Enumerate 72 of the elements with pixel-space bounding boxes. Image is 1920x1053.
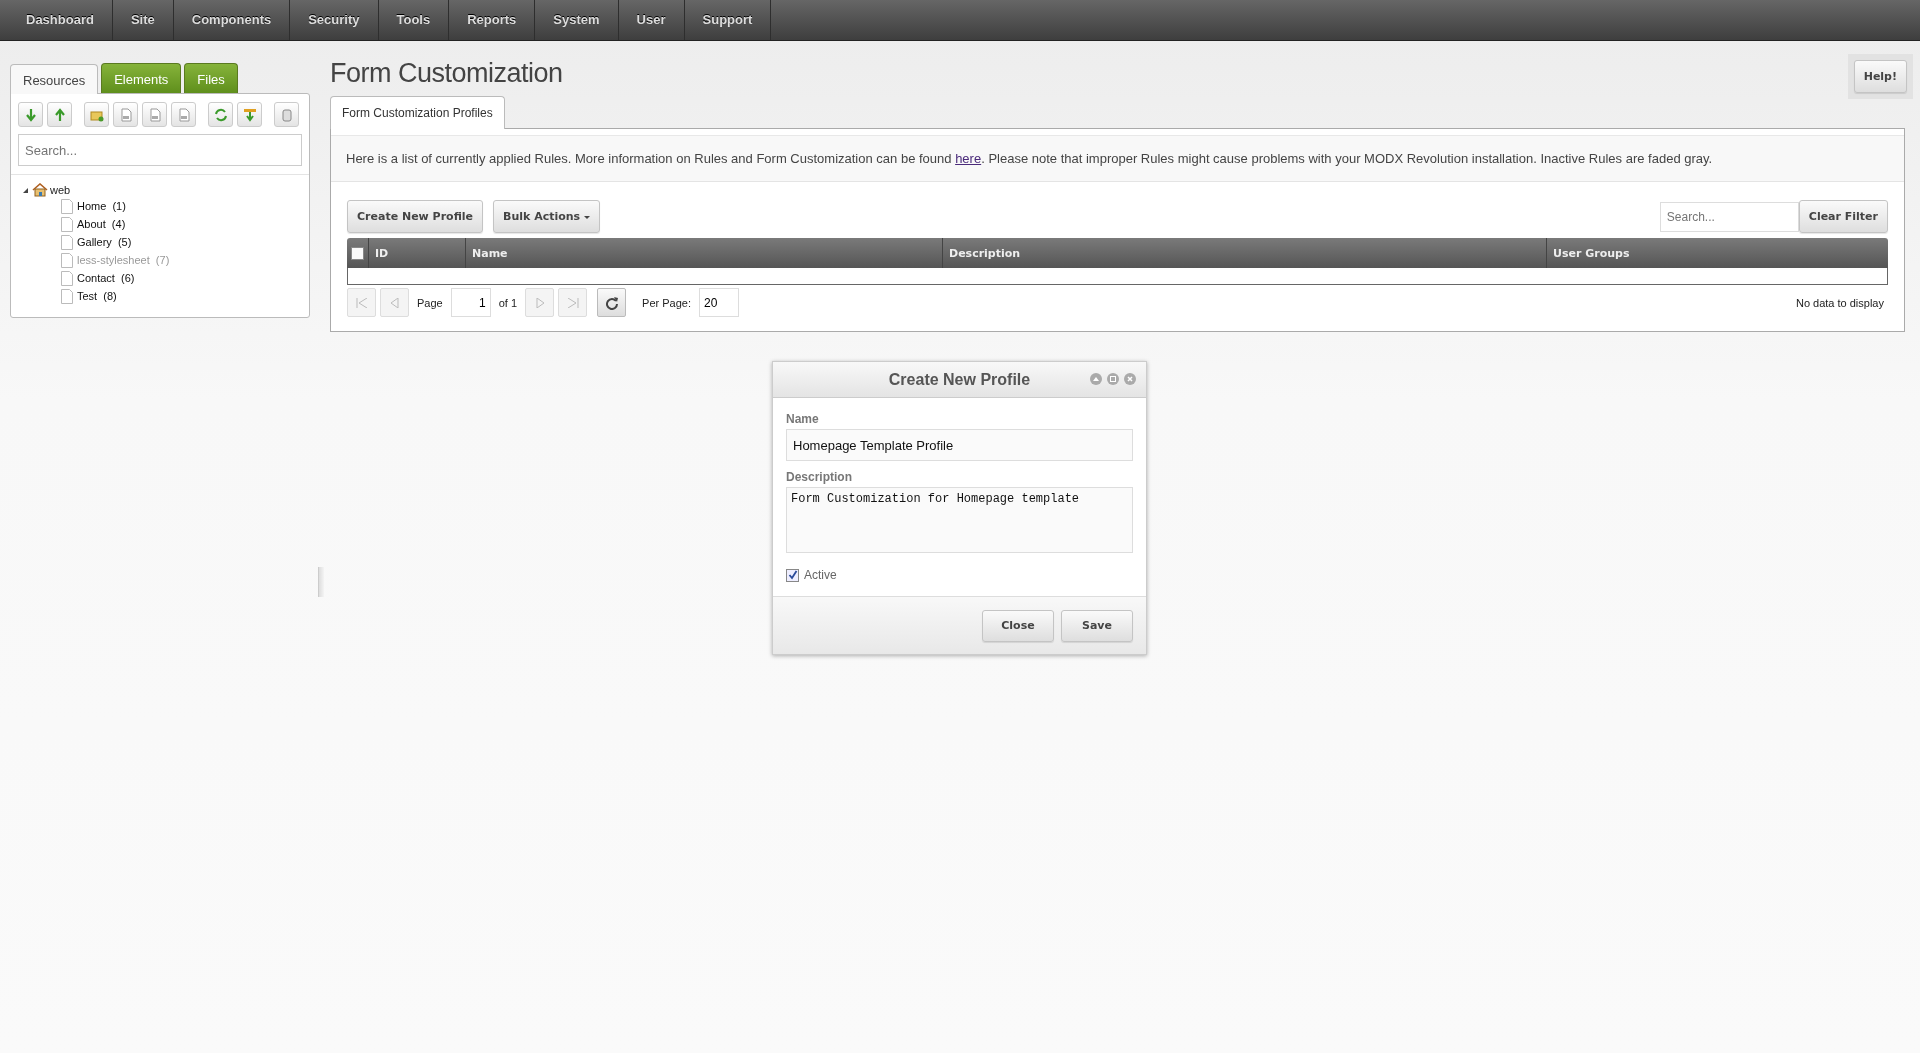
- nav-menu-item[interactable]: Reports: [449, 0, 536, 40]
- download-button[interactable]: [237, 102, 262, 127]
- nav-menu-item[interactable]: User: [618, 0, 685, 40]
- collapse-handle[interactable]: [318, 567, 324, 597]
- search-field[interactable]: Search...: [18, 134, 302, 166]
- field-label: Name: [786, 412, 820, 426]
- collapse-icon[interactable]: [1090, 373, 1102, 385]
- first-page-button[interactable]: [347, 288, 376, 317]
- select-all-checkbox[interactable]: [351, 246, 364, 260]
- nav-menu-item[interactable]: Dashboard: [8, 0, 113, 40]
- previous-page-button[interactable]: [380, 288, 409, 317]
- first-page-icon: [355, 297, 368, 308]
- previous-page-icon: [389, 297, 400, 308]
- document-icon: [61, 234, 73, 250]
- per-page-label: Per Page:: [642, 296, 691, 309]
- tree-item[interactable]: Home (1): [77, 200, 126, 212]
- nav-menu-item[interactable]: System: [535, 0, 619, 40]
- down-arrow-icon: [23, 107, 38, 122]
- up-arrow-icon: [52, 107, 67, 122]
- tree-item[interactable]: Contact (6): [77, 272, 135, 284]
- tree-item[interactable]: Gallery (5): [77, 236, 132, 248]
- create-profile-button[interactable]: Create New Profile: [347, 200, 483, 233]
- document-icon: [61, 198, 73, 214]
- dialog-title: Create New Profile: [888, 370, 1031, 389]
- nav-menu-item[interactable]: Support: [684, 0, 772, 40]
- column-header[interactable]: User Groups: [1547, 238, 1888, 268]
- next-page-icon: [534, 297, 545, 308]
- description-field[interactable]: Form Customization for Homepage template: [786, 487, 1133, 553]
- document-icon: [61, 288, 73, 304]
- clear-filter-button[interactable]: Clear Filter: [1798, 200, 1888, 233]
- refresh-button[interactable]: [597, 288, 627, 317]
- name-field[interactable]: Homepage Template Profile: [786, 429, 1133, 461]
- field-label: Description: [786, 470, 853, 484]
- last-page-button[interactable]: [558, 288, 588, 317]
- tree-item[interactable]: Test (8): [77, 290, 117, 302]
- document-icon: [61, 270, 73, 286]
- maximize-icon[interactable]: [1107, 373, 1119, 385]
- checkbox-label: Active: [804, 568, 837, 582]
- page-title: Form Customization: [330, 58, 563, 89]
- nav-menu-item[interactable]: Site: [112, 0, 174, 40]
- close-icon[interactable]: [1124, 373, 1136, 385]
- intro-paragraph: Here is a list of currently applied Rules. More information on Rules and Form Customization can be found here. Please note that improper Rules might cause problems with your MODX Revolution installation. Inactive Rules are faded gray.: [331, 135, 1904, 182]
- house-icon: [32, 183, 48, 197]
- sidebar-tab[interactable]: Resources: [10, 64, 99, 94]
- search-field[interactable]: Search...: [1659, 201, 1799, 232]
- page-count: of 1: [498, 296, 518, 309]
- down-arrow-button[interactable]: [18, 102, 43, 127]
- last-page-icon: [566, 297, 579, 308]
- nav-menu-item[interactable]: Security: [290, 0, 379, 40]
- help-button[interactable]: Help!: [1853, 60, 1907, 93]
- dialog-button[interactable]: Close: [982, 609, 1054, 642]
- tree-item[interactable]: About (4): [77, 218, 126, 230]
- active-checkbox[interactable]: [786, 568, 799, 582]
- expand-triangle-icon[interactable]: [23, 187, 28, 193]
- nav-menu-item[interactable]: Tools: [378, 0, 450, 40]
- up-arrow-button[interactable]: [47, 102, 72, 127]
- refresh-icon: [604, 295, 619, 310]
- bulk-actions-button[interactable]: Bulk Actions: [493, 200, 600, 233]
- panel-tab[interactable]: Form Customization Profiles: [330, 96, 505, 129]
- next-page-button[interactable]: [525, 288, 555, 317]
- refresh-icon: [213, 107, 228, 122]
- new-folder-button[interactable]: [84, 102, 109, 127]
- document-icon: [61, 216, 73, 232]
- per-page-field[interactable]: 20: [699, 288, 739, 317]
- dialog-button[interactable]: Save: [1061, 609, 1133, 642]
- status-text: No data to display: [1795, 296, 1884, 309]
- page-label: Page: [417, 296, 443, 309]
- nav-menu-item[interactable]: Components: [173, 0, 291, 40]
- document-icon: [61, 252, 73, 268]
- page-number-field[interactable]: 1: [450, 288, 491, 317]
- download-icon: [242, 107, 257, 122]
- tree-item[interactable]: web: [50, 184, 71, 196]
